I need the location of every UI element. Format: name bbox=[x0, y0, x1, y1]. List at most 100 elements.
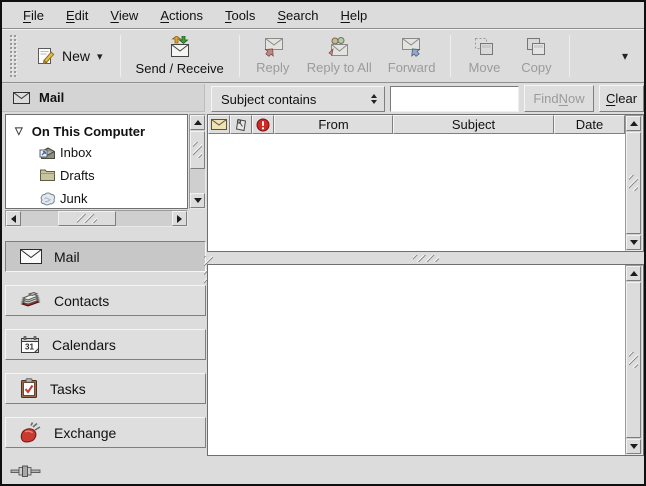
tree-folder-label: Drafts bbox=[60, 168, 95, 183]
switcher-exchange-button[interactable]: Exchange bbox=[5, 417, 206, 448]
folder-icon bbox=[39, 169, 56, 182]
thumb-grip bbox=[77, 214, 97, 223]
reply-button[interactable]: Reply bbox=[247, 32, 299, 80]
reply-to-all-label: Reply to All bbox=[307, 60, 372, 75]
new-button-label: New bbox=[62, 48, 90, 64]
preview-splitter[interactable] bbox=[207, 252, 644, 264]
arrow-down-icon bbox=[194, 198, 202, 203]
tree-item-junk[interactable]: Junk bbox=[6, 187, 187, 209]
chevron-down-icon: ▾ bbox=[622, 49, 628, 63]
arrow-left-icon bbox=[11, 215, 16, 223]
preview-pane-scrollbar[interactable] bbox=[625, 265, 643, 455]
scroll-up-button[interactable] bbox=[626, 116, 641, 131]
find-now-button[interactable]: Find Now bbox=[524, 85, 594, 112]
toolbar-separator bbox=[569, 35, 570, 77]
scroll-right-button[interactable] bbox=[172, 211, 187, 226]
column-status[interactable] bbox=[208, 115, 230, 134]
copy-icon bbox=[524, 37, 548, 57]
reply-icon bbox=[261, 37, 285, 57]
calendar-day-number: 31 bbox=[25, 342, 34, 351]
arrow-down-icon bbox=[630, 444, 638, 449]
toolbar-grip[interactable] bbox=[10, 35, 17, 77]
folder-tree-horizontal-scrollbar[interactable] bbox=[5, 210, 188, 227]
toolbar-separator bbox=[450, 35, 451, 77]
sidebar-header: Mail bbox=[2, 84, 205, 112]
menu-tools[interactable]: Tools bbox=[214, 4, 266, 27]
menu-bar: File Edit View Actions Tools Search Help bbox=[2, 2, 644, 29]
search-filter-dropdown[interactable]: Subject contains bbox=[211, 86, 385, 112]
switcher-label: Mail bbox=[54, 249, 80, 265]
scrollbar-thumb[interactable] bbox=[190, 131, 205, 169]
thumb-grip bbox=[629, 175, 638, 191]
switcher-label: Contacts bbox=[54, 293, 109, 309]
menu-file[interactable]: File bbox=[12, 4, 55, 27]
menu-search[interactable]: Search bbox=[266, 4, 329, 27]
forward-icon bbox=[400, 37, 424, 57]
menu-actions[interactable]: Actions bbox=[149, 4, 214, 27]
scroll-up-button[interactable] bbox=[190, 115, 205, 130]
expander-icon[interactable]: ▽ bbox=[15, 126, 23, 137]
tree-root-label: On This Computer bbox=[32, 124, 145, 139]
reply-to-all-icon bbox=[326, 37, 352, 57]
status-bar bbox=[2, 458, 644, 484]
forward-button[interactable]: Forward bbox=[380, 32, 444, 80]
online-status-icon[interactable] bbox=[10, 464, 42, 478]
scrollbar-thumb[interactable] bbox=[58, 211, 116, 226]
arrow-up-icon bbox=[630, 121, 638, 126]
switcher-label: Calendars bbox=[52, 337, 116, 353]
copy-button[interactable]: Copy bbox=[510, 32, 562, 80]
move-label: Move bbox=[469, 60, 501, 75]
search-input[interactable] bbox=[390, 86, 519, 112]
scroll-up-button[interactable] bbox=[626, 266, 641, 281]
move-button[interactable]: Move bbox=[458, 32, 510, 80]
mail-header-icon bbox=[13, 92, 30, 104]
clear-button[interactable]: Clear bbox=[599, 85, 644, 112]
splitter-grip bbox=[413, 255, 439, 262]
folder-tree-panel: ▽ On This Computer Inbox bbox=[5, 114, 206, 227]
tree-item-drafts[interactable]: Drafts bbox=[6, 164, 187, 187]
menu-help[interactable]: Help bbox=[330, 4, 379, 27]
preview-pane bbox=[207, 264, 644, 456]
send-receive-button[interactable]: Send / Receive bbox=[128, 32, 232, 80]
chevron-down-icon: ▾ bbox=[97, 50, 103, 63]
arrow-up-icon bbox=[630, 271, 638, 276]
junk-icon bbox=[39, 192, 56, 206]
send-receive-icon bbox=[167, 36, 193, 58]
new-button[interactable]: New ▾ bbox=[26, 36, 113, 76]
tree-item-on-this-computer[interactable]: ▽ On This Computer bbox=[6, 121, 187, 141]
scrollbar-thumb[interactable] bbox=[626, 282, 641, 438]
switcher-mail-button[interactable]: Mail bbox=[5, 241, 206, 272]
column-priority[interactable] bbox=[252, 115, 274, 134]
column-from[interactable]: From bbox=[274, 115, 393, 134]
tree-folder-label: Inbox bbox=[60, 145, 92, 160]
tree-item-inbox[interactable]: Inbox bbox=[6, 141, 187, 164]
inbox-icon bbox=[39, 146, 56, 160]
folder-tree-vertical-scrollbar[interactable] bbox=[189, 114, 206, 209]
switcher-tasks-button[interactable]: Tasks bbox=[5, 373, 206, 404]
reply-to-all-button[interactable]: Reply to All bbox=[299, 32, 380, 80]
scroll-left-button[interactable] bbox=[6, 211, 21, 226]
evolution-mail-window: File Edit View Actions Tools Search Help… bbox=[0, 0, 646, 486]
menu-edit[interactable]: Edit bbox=[55, 4, 99, 27]
switcher-contacts-button[interactable]: Contacts bbox=[5, 285, 206, 316]
column-attachment[interactable] bbox=[230, 115, 252, 134]
scroll-down-button[interactable] bbox=[626, 235, 641, 250]
switcher-label: Tasks bbox=[50, 381, 86, 397]
menu-view[interactable]: View bbox=[99, 4, 149, 27]
mail-icon bbox=[19, 248, 43, 265]
tasks-icon bbox=[19, 378, 39, 399]
column-date[interactable]: Date bbox=[554, 115, 625, 134]
scroll-down-button[interactable] bbox=[626, 439, 641, 454]
contacts-icon bbox=[19, 291, 43, 311]
toolbar-overflow-button[interactable]: ▾ bbox=[614, 45, 636, 67]
switcher-calendars-button[interactable]: 31 Calendars bbox=[5, 329, 206, 360]
scroll-down-button[interactable] bbox=[190, 193, 205, 208]
arrow-up-icon bbox=[194, 120, 202, 125]
message-list-scrollbar[interactable] bbox=[625, 115, 643, 251]
column-subject[interactable]: Subject bbox=[393, 115, 554, 134]
toolbar-separator bbox=[239, 35, 240, 77]
sidebar-header-label: Mail bbox=[39, 90, 64, 105]
thumb-grip bbox=[629, 352, 638, 368]
move-icon bbox=[472, 37, 496, 57]
scrollbar-thumb[interactable] bbox=[626, 132, 641, 234]
